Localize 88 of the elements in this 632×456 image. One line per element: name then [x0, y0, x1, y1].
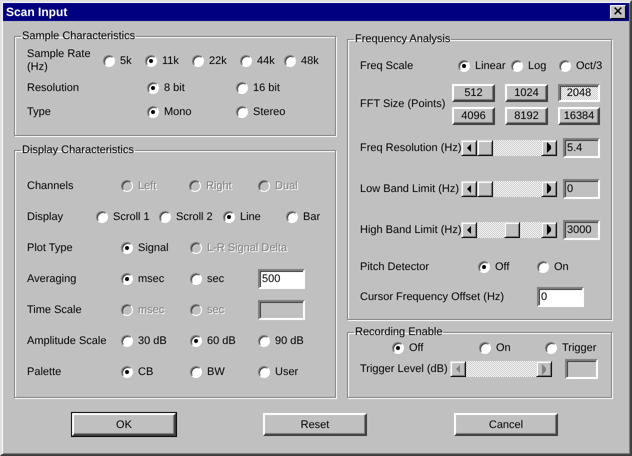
radio-button[interactable]: On — [537, 261, 569, 273]
fft-size-button[interactable]: 4096 — [452, 106, 495, 124]
row-label: Freq Scale — [360, 60, 414, 72]
row-label: Low Band Limit (Hz) — [360, 182, 460, 194]
radio-button[interactable]: Oct/3 — [559, 60, 602, 72]
scroll-right-button[interactable] — [541, 140, 557, 156]
row-label: Cursor Frequency Offset (Hz) — [360, 291, 506, 303]
group-title: Display Characteristics — [21, 144, 135, 156]
window-title: Scan Input — [6, 5, 68, 19]
group-title: Frequency Analysis — [354, 33, 452, 45]
radio-button[interactable]: CB — [121, 366, 154, 378]
radio-button[interactable]: 5k — [103, 55, 132, 67]
triangle-right-icon — [547, 224, 551, 235]
radio-button[interactable]: Off — [478, 261, 510, 273]
row-label: FFT Size (Points) — [360, 98, 446, 110]
radio-button[interactable]: Stereo — [236, 106, 286, 118]
radio-button[interactable]: 44k — [240, 55, 275, 67]
radio-button[interactable]: Signal — [121, 242, 169, 254]
radio-button[interactable]: 30 dB — [121, 334, 167, 346]
group-title: Sample Characteristics — [21, 30, 136, 42]
slider-thumb[interactable] — [477, 140, 493, 156]
triangle-left-icon — [467, 184, 471, 192]
radio-button[interactable]: 8 bit — [147, 82, 185, 94]
radio-button[interactable]: Line — [223, 210, 261, 222]
row-label: Display — [27, 210, 64, 222]
dialog-button[interactable]: Cancel — [454, 413, 558, 436]
radio-button[interactable]: Off — [392, 342, 424, 354]
scroll-left-button[interactable] — [461, 180, 477, 196]
radio-button[interactable]: 22k — [192, 55, 227, 67]
fft-size-button[interactable]: 512 — [452, 84, 495, 102]
row-label: Amplitude Scale — [27, 334, 108, 346]
close-button[interactable]: × — [610, 5, 626, 19]
radio-button[interactable]: Mono — [147, 106, 192, 118]
row-label: High Band Limit (Hz) — [360, 224, 461, 236]
row-label: Pitch Detector — [360, 261, 430, 273]
dialog-button[interactable]: OK — [72, 413, 176, 436]
radio-button[interactable]: 16 bit — [236, 82, 280, 94]
radio-button[interactable]: Log — [511, 60, 546, 72]
dialog-button[interactable]: Reset — [263, 413, 367, 436]
row-label: Averaging — [27, 272, 78, 284]
radio-button[interactable]: 60 dB — [190, 334, 236, 346]
text-field[interactable]: 0 — [537, 287, 584, 307]
row-label: Plot Type — [27, 242, 74, 254]
text-field[interactable]: 3000 — [563, 220, 600, 240]
radio-button[interactable]: 11k — [145, 55, 179, 67]
triangle-left-icon — [467, 226, 471, 234]
radio-button[interactable]: Trigger — [545, 342, 596, 354]
slider-thumb[interactable] — [504, 222, 520, 238]
slider[interactable] — [461, 222, 557, 238]
text-field[interactable]: 500 — [258, 268, 305, 288]
row-label: Trigger Level (dB) — [360, 363, 449, 375]
scroll-right-button[interactable] — [541, 222, 557, 238]
fft-size-button[interactable]: 8192 — [505, 106, 548, 124]
radio-button[interactable]: 90 dB — [258, 334, 304, 346]
radio-button[interactable]: msec — [121, 272, 164, 284]
triangle-left-icon — [467, 144, 471, 152]
radio-button[interactable]: 48k — [284, 55, 319, 67]
triangle-right-icon — [542, 364, 546, 374]
text-field[interactable]: 5.4 — [563, 138, 600, 158]
slider[interactable] — [461, 140, 557, 156]
row-label: Time Scale — [27, 304, 83, 316]
radio-button[interactable]: User — [258, 366, 298, 378]
row-label: Type — [27, 106, 52, 118]
fft-size-button[interactable]: 16384 — [558, 106, 600, 124]
scroll-left-button[interactable] — [461, 222, 477, 238]
radio-button[interactable]: Scroll 2 — [159, 210, 213, 222]
text-field[interactable]: 0 — [563, 178, 600, 198]
scroll-right-button[interactable] — [541, 180, 557, 196]
scroll-left-button[interactable] — [461, 140, 477, 156]
fft-size-button[interactable]: 1024 — [505, 84, 548, 102]
slider[interactable] — [461, 180, 557, 196]
row-label: Palette — [27, 366, 62, 378]
group-title: Recording Enable — [354, 326, 444, 338]
row-label: Freq Resolution (Hz) — [360, 142, 461, 154]
radio-button[interactable]: Bar — [286, 210, 320, 222]
radio-button[interactable]: sec — [190, 272, 224, 284]
radio-button[interactable]: Scroll 1 — [96, 210, 150, 222]
radio-button[interactable]: On — [479, 342, 511, 354]
triangle-right-icon — [547, 183, 551, 194]
radio-button[interactable]: BW — [190, 366, 225, 378]
radio-button[interactable]: Linear — [458, 60, 506, 72]
slider-thumb[interactable] — [477, 180, 493, 196]
row-label: Channels — [27, 180, 74, 192]
triangle-left-icon — [456, 365, 460, 373]
fft-size-button[interactable]: 2048 — [558, 84, 600, 102]
row-label: Resolution — [27, 82, 80, 94]
row-label: Sample Rate (Hz) — [27, 48, 92, 74]
triangle-right-icon — [547, 142, 551, 153]
